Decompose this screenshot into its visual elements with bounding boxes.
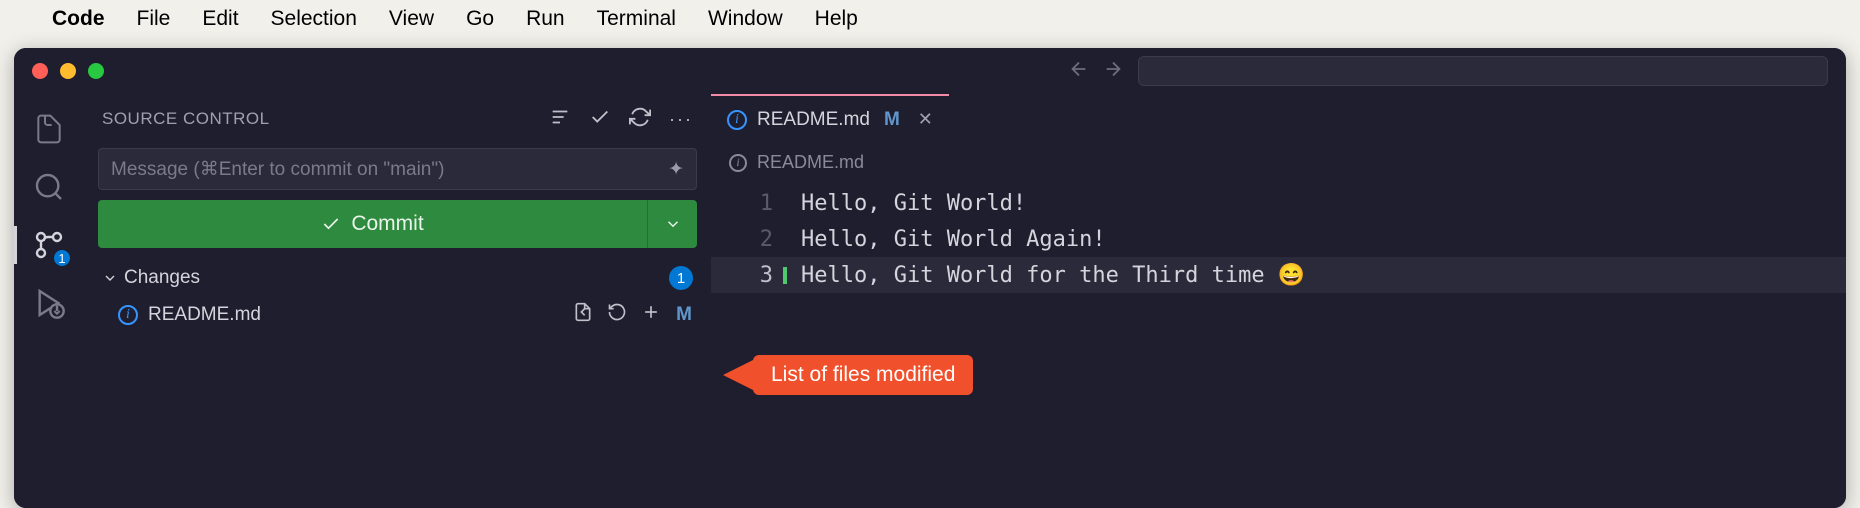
discard-changes-icon[interactable] xyxy=(607,302,627,328)
menubar-view[interactable]: View xyxy=(389,7,434,31)
vscode-window: 1 SOURCE CONTROL ··· Message (⌘Enter to … xyxy=(14,48,1846,508)
commit-button-label: Commit xyxy=(351,212,423,236)
changes-header[interactable]: Changes 1 xyxy=(98,260,697,296)
commit-button[interactable]: Commit xyxy=(98,200,647,248)
code-line[interactable]: 3 Hello, Git World for the Third time 😄 xyxy=(711,257,1846,293)
menubar-window[interactable]: Window xyxy=(708,7,783,31)
added-line-marker xyxy=(783,267,787,284)
menubar-selection[interactable]: Selection xyxy=(271,7,357,31)
activity-bar: 1 xyxy=(14,94,84,508)
tab-filename: README.md xyxy=(757,109,870,131)
commit-placeholder: Message (⌘Enter to commit on "main") xyxy=(111,158,444,181)
menubar-help[interactable]: Help xyxy=(815,7,858,31)
code-editor[interactable]: 1 Hello, Git World! 2 Hello, Git World A… xyxy=(711,181,1846,508)
info-file-icon: i xyxy=(727,110,747,130)
minimize-window-button[interactable] xyxy=(60,63,76,79)
changed-file-name: README.md xyxy=(148,304,261,326)
editor-area: i README.md M ✕ i README.md 1 Hello, Git… xyxy=(711,94,1846,508)
menubar-file[interactable]: File xyxy=(137,7,171,31)
stage-changes-icon[interactable] xyxy=(641,302,661,328)
refresh-icon[interactable] xyxy=(629,106,651,133)
callout-arrow-icon xyxy=(723,359,755,391)
commit-message-input[interactable]: Message (⌘Enter to commit on "main") ✦ xyxy=(98,148,697,190)
explorer-icon[interactable] xyxy=(30,110,68,148)
code-content: Hello, Git World for the Third time 😄 xyxy=(801,263,1305,288)
changes-label: Changes xyxy=(124,267,200,289)
nav-back-icon[interactable] xyxy=(1068,58,1090,85)
sidebar-header: SOURCE CONTROL ··· xyxy=(84,94,711,144)
maximize-window-button[interactable] xyxy=(88,63,104,79)
menubar-app-name[interactable]: Code xyxy=(52,7,105,31)
editor-tab[interactable]: i README.md M ✕ xyxy=(711,94,949,143)
menubar-run[interactable]: Run xyxy=(526,7,565,31)
info-file-icon: i xyxy=(729,154,747,172)
tab-modified-badge: M xyxy=(884,109,900,131)
source-control-sidebar: SOURCE CONTROL ··· Message (⌘Enter to co… xyxy=(84,94,711,508)
close-tab-icon[interactable]: ✕ xyxy=(918,109,933,130)
editor-tabs: i README.md M ✕ xyxy=(711,94,1846,144)
line-number: 2 xyxy=(711,227,801,252)
sparkle-icon[interactable]: ✦ xyxy=(668,158,684,181)
changed-file-row[interactable]: i README.md M xyxy=(98,296,697,334)
chevron-down-icon xyxy=(102,270,118,286)
code-content: Hello, Git World! xyxy=(801,191,1026,216)
search-icon[interactable] xyxy=(30,168,68,206)
menubar-edit[interactable]: Edit xyxy=(202,7,238,31)
more-actions-icon[interactable]: ··· xyxy=(669,109,693,130)
breadcrumb-filename: README.md xyxy=(757,152,864,173)
source-control-badge: 1 xyxy=(52,248,72,268)
macos-menubar: Code File Edit Selection View Go Run Ter… xyxy=(0,0,1860,38)
code-content: Hello, Git World Again! xyxy=(801,227,1106,252)
sidebar-title: SOURCE CONTROL xyxy=(102,109,270,129)
traffic-lights xyxy=(32,63,104,79)
code-line[interactable]: 1 Hello, Git World! xyxy=(711,185,1846,221)
titlebar xyxy=(14,48,1846,94)
menubar-go[interactable]: Go xyxy=(466,7,494,31)
open-file-icon[interactable] xyxy=(573,302,593,328)
callout-text: List of files modified xyxy=(753,355,973,395)
line-number: 1 xyxy=(711,191,801,216)
command-center-input[interactable] xyxy=(1138,56,1828,86)
source-control-icon[interactable]: 1 xyxy=(30,226,68,264)
commit-check-icon[interactable] xyxy=(589,106,611,133)
view-as-tree-icon[interactable] xyxy=(549,106,571,133)
annotation-callout: List of files modified xyxy=(723,355,973,395)
info-file-icon: i xyxy=(118,305,138,325)
run-debug-icon[interactable] xyxy=(30,284,68,322)
line-number: 3 xyxy=(711,263,801,288)
code-line[interactable]: 2 Hello, Git World Again! xyxy=(711,221,1846,257)
menubar-terminal[interactable]: Terminal xyxy=(597,7,676,31)
file-status-badge: M xyxy=(675,304,693,326)
changes-count-badge: 1 xyxy=(669,266,693,290)
nav-forward-icon[interactable] xyxy=(1102,58,1124,85)
close-window-button[interactable] xyxy=(32,63,48,79)
breadcrumb[interactable]: i README.md xyxy=(711,144,1846,181)
commit-dropdown-button[interactable] xyxy=(647,200,697,248)
